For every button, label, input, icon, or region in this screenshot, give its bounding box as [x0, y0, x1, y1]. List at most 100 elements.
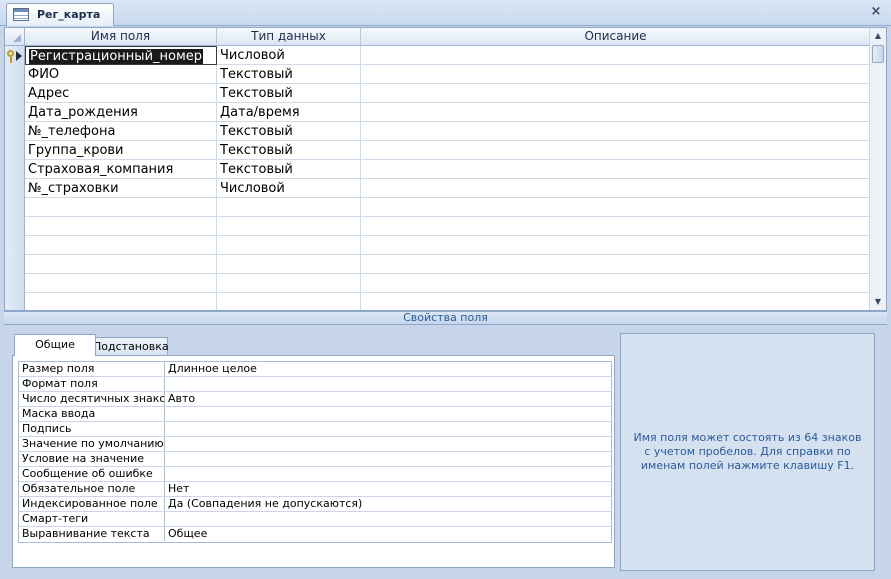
row-selector[interactable] — [5, 122, 25, 141]
table-row[interactable]: Страховая_компания Текстовый — [5, 160, 871, 179]
data-type-cell[interactable]: Числовой — [217, 179, 361, 198]
property-row[interactable]: Маска ввода — [19, 407, 611, 422]
tab-lookup[interactable]: Подстановка — [92, 337, 169, 355]
column-header-data-type[interactable]: Тип данных — [217, 28, 361, 46]
description-cell[interactable] — [361, 84, 871, 103]
table-row[interactable]: Дата_рождения Дата/время — [5, 103, 871, 122]
data-type-cell[interactable]: Дата/время — [217, 103, 361, 122]
empty-row[interactable] — [5, 255, 871, 274]
description-cell[interactable] — [361, 122, 871, 141]
property-row[interactable]: Формат поля — [19, 377, 611, 392]
row-selector[interactable] — [5, 179, 25, 198]
data-type-cell[interactable]: Текстовый — [217, 141, 361, 160]
data-type-cell[interactable]: Текстовый — [217, 160, 361, 179]
data-type-cell[interactable]: Текстовый — [217, 65, 361, 84]
scroll-down-icon[interactable]: ▼ — [870, 294, 886, 310]
description-cell[interactable] — [361, 65, 871, 84]
field-name-cell[interactable]: Группа_крови — [25, 141, 217, 160]
description-cell[interactable] — [361, 103, 871, 122]
row-selector[interactable] — [5, 274, 25, 293]
scroll-thumb[interactable] — [872, 45, 884, 63]
table-row[interactable]: Адрес Текстовый — [5, 84, 871, 103]
data-type-cell[interactable]: Текстовый — [217, 84, 361, 103]
description-cell[interactable] — [361, 198, 871, 217]
property-value[interactable]: Длинное целое — [165, 362, 611, 376]
property-value[interactable]: Авто — [165, 392, 611, 406]
property-row[interactable]: Размер поля Длинное целое — [19, 362, 611, 377]
empty-row[interactable] — [5, 293, 871, 310]
scroll-up-icon[interactable]: ▲ — [870, 28, 886, 44]
description-cell[interactable] — [361, 160, 871, 179]
description-cell[interactable] — [361, 141, 871, 160]
property-row[interactable]: Индексированное поле Да (Совпадения не до… — [19, 497, 611, 512]
row-selector[interactable] — [5, 160, 25, 179]
row-selector[interactable] — [5, 217, 25, 236]
property-value[interactable]: Нет — [165, 482, 611, 496]
property-row[interactable]: Число десятичных знаков Авто — [19, 392, 611, 407]
field-name-cell[interactable] — [25, 274, 217, 293]
table-row[interactable]: №_страховки Числовой — [5, 179, 871, 198]
data-type-cell[interactable] — [217, 217, 361, 236]
description-cell[interactable] — [361, 179, 871, 198]
row-selector[interactable] — [5, 103, 25, 122]
property-value[interactable] — [165, 377, 611, 391]
property-value[interactable]: Общее — [165, 527, 611, 541]
property-value[interactable]: Да (Совпадения не допускаются) — [165, 497, 611, 511]
row-selector[interactable] — [5, 293, 25, 310]
property-value[interactable] — [165, 512, 611, 526]
row-selector[interactable] — [5, 141, 25, 160]
description-cell[interactable] — [361, 46, 871, 65]
data-type-cell[interactable]: Числовой — [217, 46, 361, 65]
empty-row[interactable] — [5, 217, 871, 236]
property-row[interactable]: Условие на значение — [19, 452, 611, 467]
field-name-cell[interactable]: №_телефона — [25, 122, 217, 141]
table-row[interactable]: №_телефона Текстовый — [5, 122, 871, 141]
field-name-cell[interactable] — [25, 255, 217, 274]
field-name-cell[interactable]: Регистрационный_номер — [25, 46, 217, 65]
field-name-cell[interactable]: Страховая_компания — [25, 160, 217, 179]
row-selector[interactable] — [5, 255, 25, 274]
row-selector[interactable] — [5, 46, 25, 65]
property-row[interactable]: Подпись — [19, 422, 611, 437]
field-name-cell[interactable]: Дата_рождения — [25, 103, 217, 122]
data-type-cell[interactable]: Текстовый — [217, 122, 361, 141]
description-cell[interactable] — [361, 236, 871, 255]
property-row[interactable]: Смарт-теги — [19, 512, 611, 527]
property-row[interactable]: Обязательное поле Нет — [19, 482, 611, 497]
row-selector[interactable] — [5, 198, 25, 217]
data-type-cell[interactable] — [217, 198, 361, 217]
table-row[interactable]: Группа_крови Текстовый — [5, 141, 871, 160]
field-name-cell[interactable] — [25, 236, 217, 255]
empty-row[interactable] — [5, 236, 871, 255]
table-row[interactable]: Регистрационный_номер Числовой — [5, 46, 871, 65]
close-icon[interactable]: × — [869, 5, 883, 19]
field-name-cell[interactable] — [25, 198, 217, 217]
row-selector[interactable] — [5, 236, 25, 255]
data-type-cell[interactable] — [217, 255, 361, 274]
field-name-cell[interactable]: №_страховки — [25, 179, 217, 198]
description-cell[interactable] — [361, 274, 871, 293]
tab-general[interactable]: Общие — [14, 334, 96, 356]
field-name-cell[interactable]: ФИО — [25, 65, 217, 84]
table-row[interactable]: ФИО Текстовый — [5, 65, 871, 84]
row-selector[interactable] — [5, 65, 25, 84]
property-value[interactable] — [165, 467, 611, 481]
select-all-corner[interactable] — [5, 28, 25, 46]
data-type-cell[interactable] — [217, 274, 361, 293]
property-value[interactable] — [165, 437, 611, 451]
description-cell[interactable] — [361, 293, 871, 310]
property-value[interactable] — [165, 407, 611, 421]
row-selector[interactable] — [5, 84, 25, 103]
column-header-description[interactable]: Описание — [361, 28, 871, 46]
document-tab[interactable]: Рег_карта — [6, 3, 114, 26]
description-cell[interactable] — [361, 255, 871, 274]
vertical-scrollbar[interactable]: ▲ ▼ — [869, 28, 886, 310]
empty-row[interactable] — [5, 274, 871, 293]
field-name-cell[interactable] — [25, 217, 217, 236]
property-value[interactable] — [165, 452, 611, 466]
property-row[interactable]: Выравнивание текста Общее — [19, 527, 611, 542]
data-type-cell[interactable] — [217, 236, 361, 255]
data-type-cell[interactable] — [217, 293, 361, 310]
field-name-cell[interactable] — [25, 293, 217, 310]
field-name-cell[interactable]: Адрес — [25, 84, 217, 103]
